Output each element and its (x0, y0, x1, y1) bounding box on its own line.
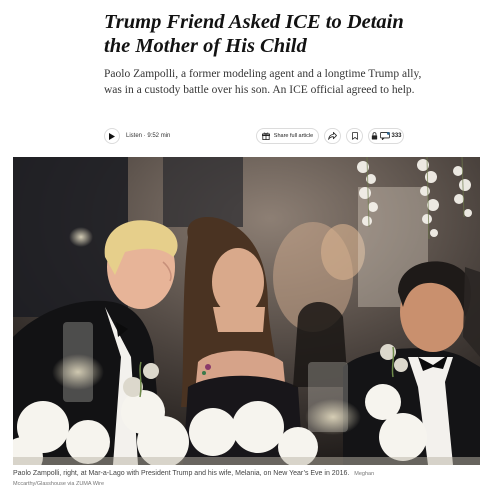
article-page: Trump Friend Asked ICE to Detain the Mot… (0, 0, 492, 500)
comments-button[interactable]: 333 (368, 128, 404, 144)
listen-button[interactable]: Listen · 9:52 min (104, 127, 170, 145)
article-header: Trump Friend Asked ICE to Detain the Mot… (104, 10, 424, 98)
gift-icon (261, 127, 270, 145)
share-icon (328, 127, 337, 145)
play-icon (104, 128, 120, 144)
save-button[interactable] (346, 128, 363, 144)
share-full-article-label: Share full article (273, 133, 314, 139)
listen-label: Listen · 9:52 min (126, 133, 171, 139)
lead-photo (13, 157, 480, 465)
headline: Trump Friend Asked ICE to Detain the Mot… (104, 11, 404, 57)
share-button[interactable] (324, 128, 341, 144)
comment-count: 333 (391, 133, 402, 139)
share-full-article-button[interactable]: Share full article (256, 128, 319, 144)
caption-text: Paolo Zampolli, right, at Mar-a-Lago wit… (13, 470, 350, 477)
lock-icon (371, 127, 378, 145)
article-summary: Paolo Zampolli, a former modeling agent … (104, 68, 422, 96)
bookmark-icon (351, 127, 358, 145)
comment-icon (379, 127, 390, 145)
lead-photo-illustration (13, 157, 480, 465)
article-toolbar: Listen · 9:52 min Share full article 333 (104, 126, 404, 146)
photo-caption: Paolo Zampolli, right, at Mar-a-Lago wit… (13, 469, 393, 489)
